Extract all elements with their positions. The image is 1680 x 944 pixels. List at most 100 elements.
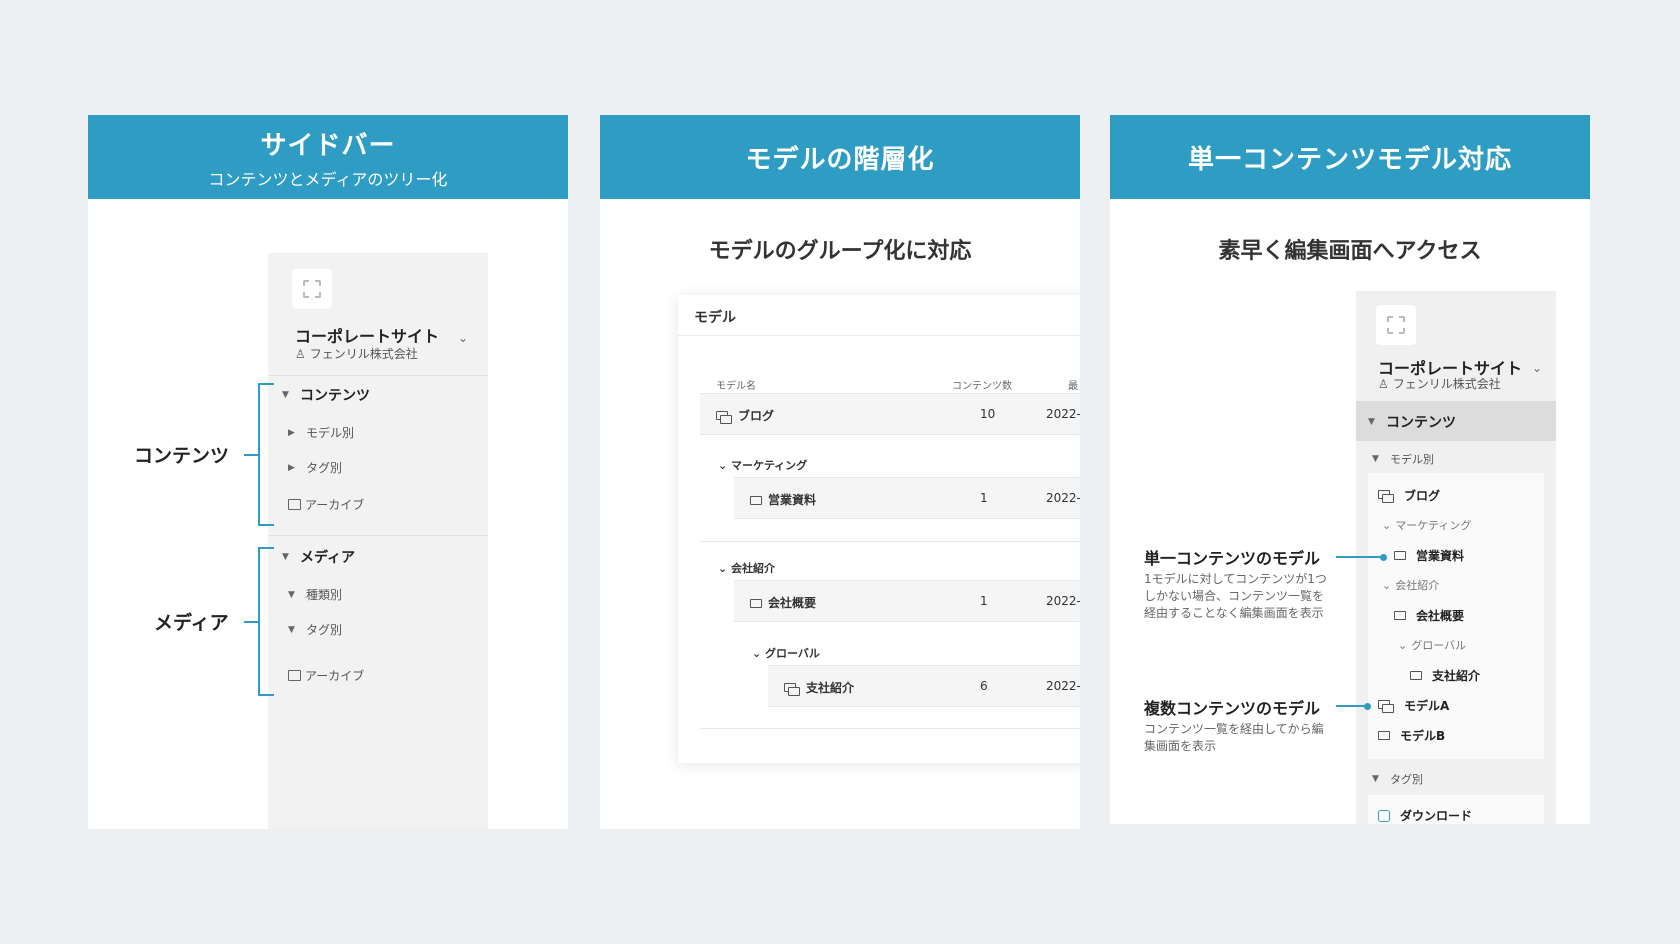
- single-content-panel: 単一コンテンツモデル対応 素早く編集画面へアクセス コーポレートサイト ⌄ ♙ …: [1110, 115, 1590, 824]
- media-label: メディア: [154, 612, 229, 634]
- panel-header: モデルの階層化: [600, 115, 1080, 199]
- multi-content-icon: [716, 410, 732, 424]
- sidebar-feature-panel: サイドバー コンテンツとメディアのツリー化 コーポレートサイト ⌄ ♙ フェンリ…: [88, 115, 568, 829]
- company-name: ♙ フェンリル株式会社: [1378, 376, 1501, 392]
- contents-label: コンテンツ: [134, 445, 230, 467]
- group-marketing[interactable]: ⌄ マーケティング: [718, 457, 807, 473]
- sidebar-section-media[interactable]: ▼ メディア: [282, 547, 355, 567]
- multi-model-description: コンテンツ一覧を経由してから編集画面を表示: [1144, 722, 1324, 753]
- archive-icon: [288, 499, 301, 510]
- table-row[interactable]: ブログ 10 2022-: [700, 393, 1080, 435]
- sidebar-item-by-model[interactable]: ▼ モデル別: [1372, 451, 1434, 467]
- tree-item-blog[interactable]: ブログ: [1378, 487, 1440, 504]
- tree-item-branch[interactable]: 支社紹介: [1410, 667, 1480, 684]
- document-icon: [1394, 611, 1406, 620]
- sidebar-item-archive[interactable]: アーカイブ: [288, 496, 364, 513]
- user-group-icon: ♙: [1378, 376, 1389, 391]
- contents-bracket: [258, 383, 274, 526]
- column-header-updated[interactable]: 最: [1068, 377, 1078, 392]
- tree-item-overview[interactable]: 会社概要: [1394, 607, 1464, 624]
- sidebar-item-by-type[interactable]: ▼ 種類別: [288, 586, 342, 603]
- model-tree: ブログ ⌄ マーケティング 営業資料 ⌄ 会社紹介 会社概要 ⌄ グローバル 支…: [1368, 473, 1544, 759]
- row-date: 2022-: [1046, 491, 1080, 505]
- panel-subtitle: コンテンツとメディアのツリー化: [208, 169, 448, 189]
- column-header-name[interactable]: モデル名: [716, 377, 756, 392]
- divider: [700, 728, 1080, 729]
- caret-down-icon: ▼: [1372, 454, 1379, 464]
- annotation-dot: [1364, 703, 1371, 710]
- tree-item-model-b[interactable]: モデルB: [1378, 727, 1445, 744]
- bracket-tick: [244, 454, 258, 456]
- sidebar-mock: コーポレートサイト ⌄ ♙ フェンリル株式会社 ▼ コンテンツ ▶ モデル別 ▶…: [268, 253, 488, 829]
- row-date: 2022-: [1046, 594, 1080, 608]
- group-company[interactable]: ⌄ 会社紹介: [718, 560, 775, 576]
- row-date: 2022-: [1046, 407, 1080, 421]
- site-logo-placeholder: [292, 269, 332, 309]
- chevron-down-icon[interactable]: ⌄: [1532, 361, 1542, 375]
- table-row[interactable]: 営業資料 1 2022-: [734, 477, 1080, 519]
- chevron-down-icon[interactable]: ⌄: [458, 331, 468, 345]
- tree-item-sales[interactable]: 営業資料: [1394, 547, 1464, 564]
- column-header-count[interactable]: コンテンツ数: [952, 377, 1012, 392]
- panel-title: サイドバー: [260, 130, 396, 161]
- bracket-tick: [244, 621, 258, 623]
- divider: [678, 335, 1080, 336]
- sidebar-section-contents[interactable]: ▼ コンテンツ: [1356, 401, 1556, 441]
- site-logo-placeholder: [1376, 305, 1416, 345]
- sidebar-item-by-model[interactable]: ▶ モデル別: [288, 424, 354, 441]
- tree-group-company[interactable]: ⌄ 会社紹介: [1382, 577, 1439, 593]
- caret-down-icon: ▼: [282, 552, 289, 562]
- divider: [268, 375, 488, 376]
- tree-group-global[interactable]: ⌄ グローバル: [1398, 637, 1466, 653]
- model-table-card: モデル モデル名 コンテンツ数 最 ブログ 10 2022- ⌄ マーケティング…: [678, 295, 1080, 763]
- tag-icon: [1378, 809, 1390, 822]
- site-name: コーポレートサイト: [295, 327, 440, 346]
- caret-down-icon: ▼: [1372, 774, 1379, 784]
- panel-subheading: モデルのグループ化に対応: [708, 239, 972, 264]
- document-icon: [1410, 671, 1422, 680]
- sidebar-item-by-tag[interactable]: ▶ タグ別: [288, 459, 342, 476]
- divider: [268, 535, 488, 536]
- panel-header: 単一コンテンツモデル対応: [1110, 115, 1590, 199]
- panel-title: モデルの階層化: [745, 144, 935, 175]
- row-name: 支社紹介: [784, 679, 854, 696]
- multi-content-icon: [784, 682, 800, 696]
- single-model-title: 単一コンテンツのモデル: [1144, 549, 1321, 568]
- sidebar-item-media-by-tag[interactable]: ▼ タグ別: [288, 621, 342, 638]
- caret-down-icon: ▼: [282, 390, 289, 400]
- sidebar-item-media-archive[interactable]: アーカイブ: [288, 667, 364, 684]
- caret-down-icon: ▼: [1368, 417, 1375, 427]
- sidebar-section-contents[interactable]: ▼ コンテンツ: [282, 385, 370, 405]
- document-icon: [1378, 731, 1390, 740]
- group-global[interactable]: ⌄ グローバル: [752, 645, 820, 661]
- tree-group-marketing[interactable]: ⌄ マーケティング: [1382, 517, 1471, 533]
- media-bracket: [258, 547, 274, 696]
- divider: [700, 541, 1080, 542]
- row-count: 1: [980, 594, 988, 608]
- row-count: 6: [980, 679, 988, 693]
- annotation-line: [1336, 556, 1382, 558]
- row-name: 会社概要: [750, 594, 816, 611]
- archive-icon: [288, 670, 301, 681]
- tree-item-download[interactable]: ダウンロード: [1378, 807, 1472, 824]
- caret-down-icon: ▼: [288, 589, 295, 600]
- tag-tree: ダウンロード: [1368, 795, 1544, 824]
- annotation-line: [1336, 705, 1366, 707]
- table-row[interactable]: 会社概要 1 2022-: [734, 580, 1080, 622]
- multi-model-title: 複数コンテンツのモデル: [1144, 699, 1321, 718]
- panel-subheading: 素早く編集画面へアクセス: [1218, 239, 1482, 264]
- caret-right-icon: ▶: [288, 427, 295, 438]
- sidebar-item-by-tag[interactable]: ▼ タグ別: [1372, 771, 1423, 787]
- row-date: 2022-: [1046, 679, 1080, 693]
- caret-down-icon: ▼: [288, 624, 295, 635]
- tree-item-model-a[interactable]: モデルA: [1378, 697, 1449, 714]
- single-model-description: 1モデルに対してコンテンツが1つしかない場合、コンテンツ一覧を経由することなく編…: [1144, 572, 1327, 620]
- panel-header: サイドバー コンテンツとメディアのツリー化: [88, 115, 568, 199]
- row-count: 10: [980, 407, 996, 421]
- document-icon: [750, 496, 762, 505]
- card-title: モデル: [694, 310, 736, 326]
- multi-content-icon: [1378, 489, 1394, 503]
- model-hierarchy-panel: モデルの階層化 モデルのグループ化に対応 モデル モデル名 コンテンツ数 最 ブ…: [600, 115, 1080, 829]
- table-row[interactable]: 支社紹介 6 2022-: [768, 665, 1080, 707]
- document-icon: [1394, 551, 1406, 560]
